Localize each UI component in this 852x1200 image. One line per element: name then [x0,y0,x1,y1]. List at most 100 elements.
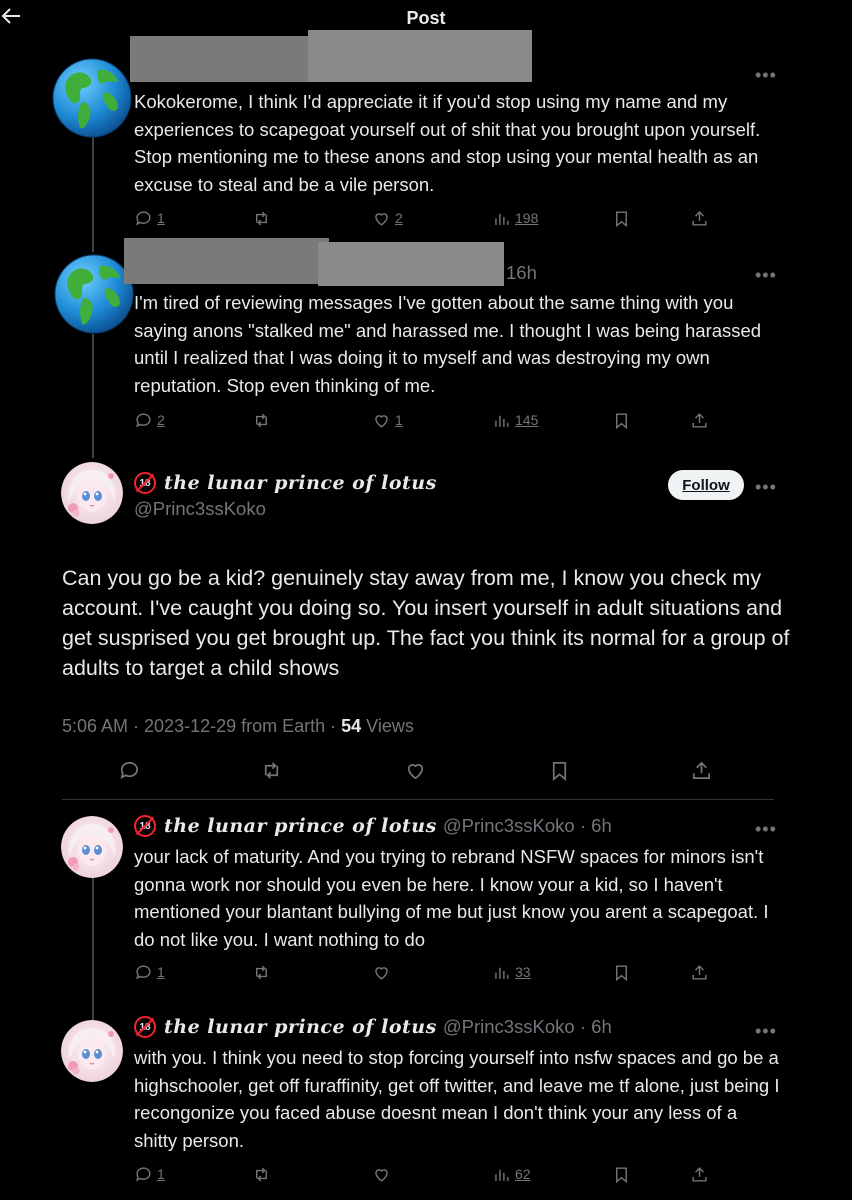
like-button[interactable] [372,1162,391,1186]
repost-button[interactable] [260,758,283,782]
more-options-icon[interactable]: ••• [755,478,777,496]
repost-icon [256,1167,267,1181]
post-text: with you. I think you need to stop forci… [134,1047,780,1151]
heart-icon [375,1168,388,1182]
post-metadata: 5:06 AM · 2023-12-29 from Earth · 54 Vie… [62,716,414,737]
handle-time: @Princ3ssKoko · 6h [442,815,612,836]
heart-icon [407,763,424,779]
share-button[interactable] [690,1162,709,1186]
heart-icon [375,966,388,980]
main-action-bar [62,758,802,786]
share-button[interactable] [690,206,709,230]
reply-button[interactable]: 1 [134,206,165,230]
age-restricted-badge: 18 [134,472,156,494]
reply-icon [136,412,151,427]
repost-button[interactable] [252,960,271,984]
avatar[interactable] [61,462,123,524]
reply-button[interactable]: 1 [134,1162,165,1186]
reply-button[interactable]: 2 [134,408,165,432]
bookmark-button[interactable] [548,758,571,782]
share-icon [692,1166,707,1182]
age-restricted-badge: 18 [134,815,156,837]
share-icon [692,210,707,226]
author-name-row[interactable]: 18 the lunar prince of lotus @Princ3ssKo… [134,1016,612,1038]
post-text: your lack of maturity. And you trying to… [134,846,769,950]
anime-avatar-icon [61,462,123,524]
share-button[interactable] [690,960,709,984]
share-icon [692,412,707,428]
bookmark-icon [552,761,567,781]
globe-icon [54,254,134,334]
action-bar: 1 33 [134,960,774,984]
views-button[interactable]: 62 [492,1162,531,1186]
thread-line [92,134,94,252]
main-post-text: Can you go be a kid? genuinely stay away… [62,566,790,680]
like-button[interactable]: 2 [372,206,403,230]
reply-button[interactable] [118,758,141,782]
reply-icon [136,1166,151,1181]
bar-chart-icon [495,1169,509,1181]
redacted-name [130,36,320,82]
share-icon [692,964,707,980]
views-count: 54 [341,716,362,736]
like-button[interactable] [404,758,427,782]
share-button[interactable] [690,758,713,782]
heart-icon [375,414,388,428]
share-button[interactable] [690,408,709,432]
bookmark-icon [616,1166,627,1183]
repost-icon [256,413,267,427]
age-restricted-badge: 18 [134,1016,156,1038]
bookmark-button[interactable] [612,206,631,230]
display-name: the lunar prince of lotus [164,815,437,837]
views-button[interactable]: 33 [492,960,531,984]
reply-icon [136,964,151,979]
bar-chart-icon [495,415,509,427]
divider [62,799,774,800]
like-button[interactable]: 1 [372,408,403,432]
repost-button[interactable] [252,408,271,432]
reply-icon [136,210,151,225]
post-text: Kokokerome, I think I'd appreciate it if… [134,91,761,195]
views-button[interactable]: 145 [492,408,538,432]
heart-icon [375,212,388,226]
repost-button[interactable] [252,206,271,230]
more-options-icon[interactable]: ••• [755,266,777,284]
avatar[interactable] [61,1020,123,1082]
avatar[interactable] [61,816,123,878]
anime-avatar-icon [61,816,123,878]
globe-icon [52,58,132,138]
timestamp[interactable]: 5:06 AM · 2023-12-29 from Earth · [62,716,341,736]
handle-time: @Princ3ssKoko · 6h [442,1016,612,1037]
bar-chart-icon [495,967,509,979]
user-handle[interactable]: @Princ3ssKoko [134,498,266,520]
more-options-icon[interactable]: ••• [755,1022,777,1040]
bookmark-button[interactable] [612,1162,631,1186]
bookmark-button[interactable] [612,960,631,984]
display-name: the lunar prince of lotus [164,472,437,494]
reply-button[interactable]: 1 [134,960,165,984]
action-bar: 2 1 145 [134,408,774,432]
page-title: Post [406,8,446,28]
action-bar: 1 62 [134,1162,774,1186]
action-bar: 1 2 198 [134,206,774,230]
avatar[interactable] [52,58,132,138]
repost-icon [256,211,267,225]
follow-button[interactable]: Follow [668,470,744,500]
author-name-row[interactable]: 18 the lunar prince of lotus [134,472,437,494]
repost-icon [256,965,267,979]
views-button[interactable]: 198 [492,206,538,230]
more-options-icon[interactable]: ••• [755,820,777,838]
bookmark-button[interactable] [612,408,631,432]
redacted-handle [318,242,504,286]
avatar[interactable] [54,254,134,334]
post-text: I'm tired of reviewing messages I've got… [134,292,762,396]
like-button[interactable] [372,960,391,984]
repost-button[interactable] [252,1162,271,1186]
bar-chart-icon [495,213,509,225]
share-icon [692,761,711,779]
redacted-name [124,238,329,284]
author-name-row[interactable]: 18 the lunar prince of lotus @Princ3ssKo… [134,815,612,837]
display-name: the lunar prince of lotus [164,1016,437,1038]
more-options-icon[interactable]: ••• [755,66,777,84]
redacted-handle [308,30,532,82]
